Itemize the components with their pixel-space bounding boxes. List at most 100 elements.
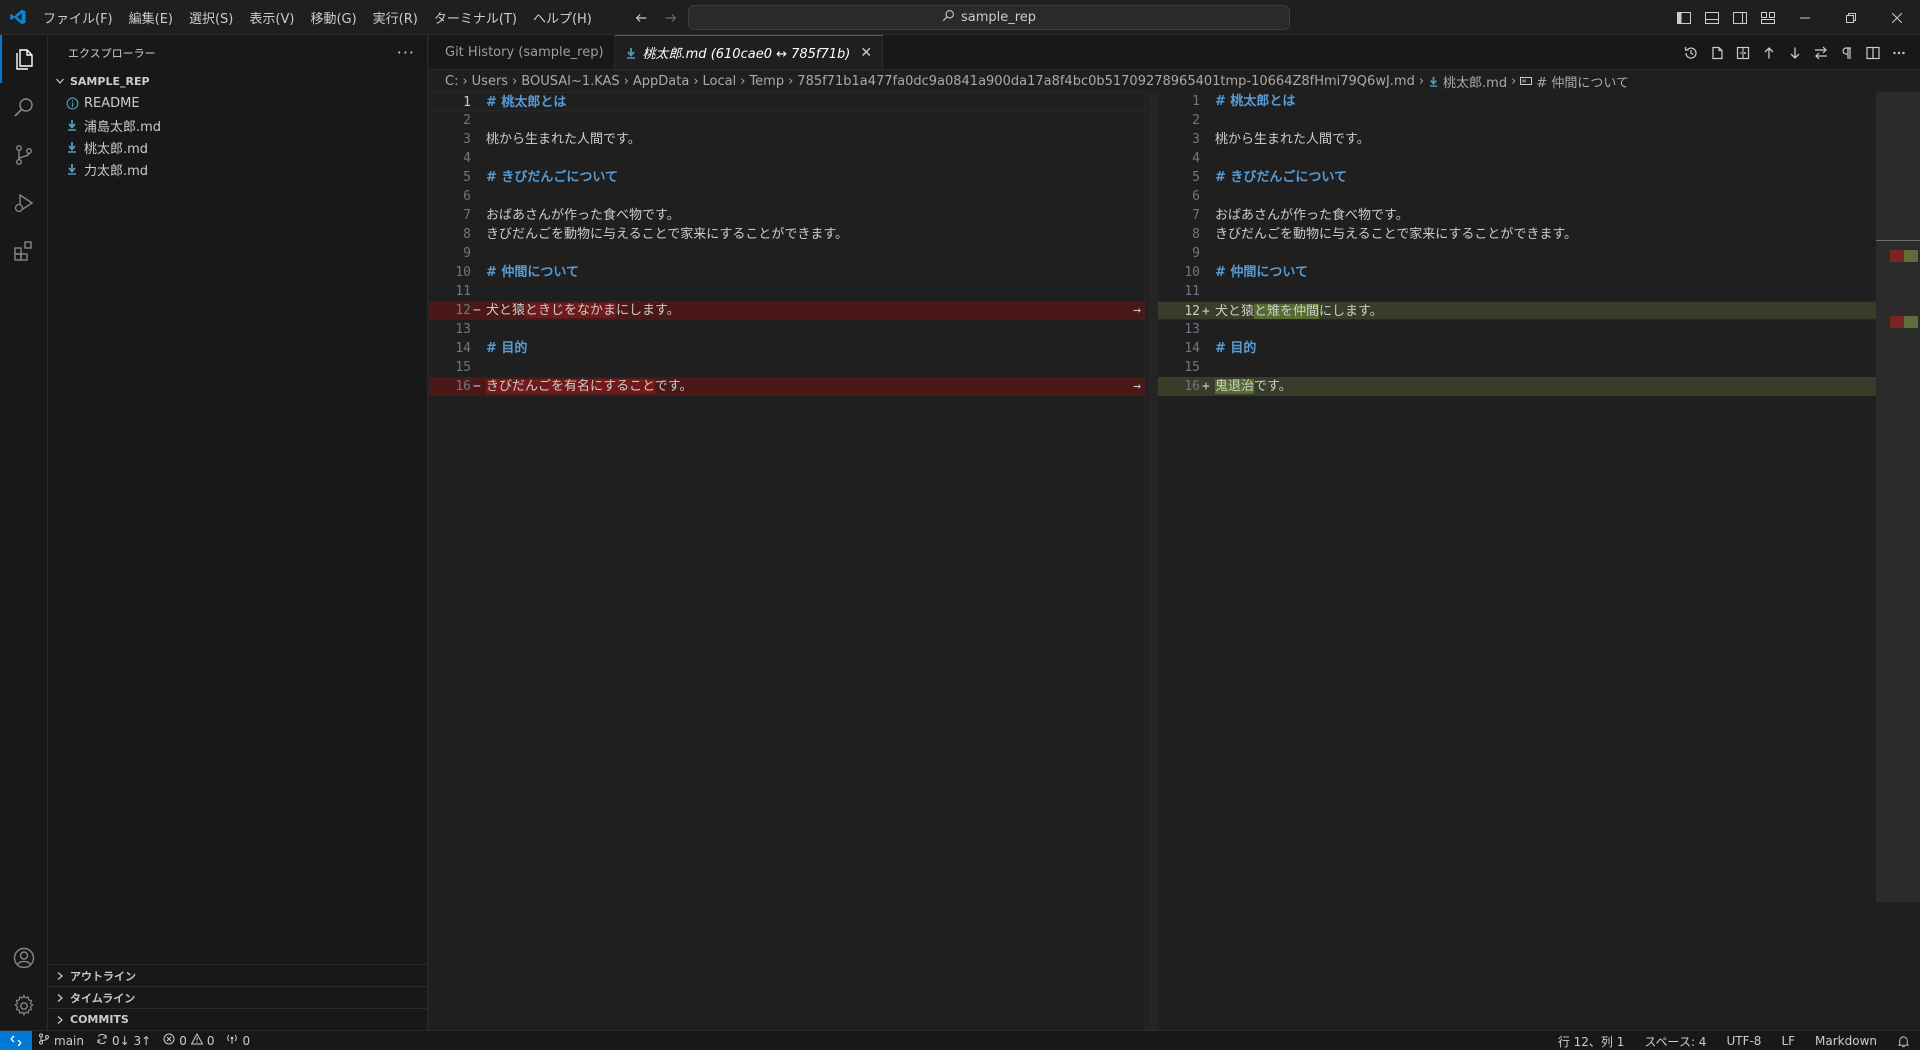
code-line[interactable]: 5 # きびだんごについて [429,168,1145,187]
extensions-icon[interactable] [0,227,48,275]
code-line[interactable]: 6 [429,187,1145,206]
more-actions-icon[interactable] [1886,40,1912,66]
menu-view[interactable]: 表示(V) [241,0,302,35]
code-line[interactable]: 16− きびだんごを有名にすることです。 → [429,377,1145,396]
scrollbar-track[interactable] [1876,92,1920,902]
code-line[interactable]: 10 # 仲間について [429,263,1145,282]
notifications-bell-icon[interactable] [1887,1031,1920,1050]
code-line[interactable]: 2 [429,111,1145,130]
revert-change-arrow-icon[interactable]: → [1130,301,1144,320]
sync-indicator[interactable]: 0↓ 3↑ [90,1031,157,1050]
code-line[interactable]: 15 [1158,358,1893,377]
code-line[interactable]: 2 [1158,111,1893,130]
previous-change-icon[interactable] [1756,40,1782,66]
swap-sides-icon[interactable] [1808,40,1834,66]
breadcrumb-item[interactable]: # 仲間について [1536,72,1629,91]
breadcrumb-item[interactable]: Temp [749,74,784,89]
code-line[interactable]: 14 # 目的 [429,339,1145,358]
back-arrow-icon[interactable] [630,7,652,29]
diff-original-pane[interactable]: 1 # 桃太郎とは 2 3 桃から生まれた人間です。 4 5 # きびだんごについて 6 7 おばあ… [429,92,1145,1030]
menu-selection[interactable]: 選択(S) [181,0,241,35]
open-file-icon[interactable] [1704,40,1730,66]
open-changes-icon[interactable] [1730,40,1756,66]
menu-edit[interactable]: 編集(E) [121,0,181,35]
code-line[interactable]: 3 桃から生まれた人間です。 [1158,130,1893,149]
code-line[interactable]: 7 おばあさんが作った食べ物です。 [1158,206,1893,225]
breadcrumb-item[interactable]: C: [445,74,458,89]
code-line[interactable]: 4 [429,149,1145,168]
file-momotaro[interactable]: 桃太郎.md [48,136,427,158]
ports-indicator[interactable]: 0 [220,1031,256,1050]
manage-gear-icon[interactable] [0,982,48,1030]
restore-icon[interactable] [1828,0,1874,35]
problems-indicator[interactable]: 0 0 [157,1031,220,1050]
branch-indicator[interactable]: main [32,1031,90,1050]
code-line[interactable]: 13 [429,320,1145,339]
breadcrumb-item[interactable]: 785f71b1a477fa0dc9a0841a900da17a8f4bc0b5… [797,74,1415,89]
run-debug-icon[interactable] [0,179,48,227]
menu-run[interactable]: 実行(R) [365,0,426,35]
file-urashima[interactable]: 浦島太郎.md [48,114,427,136]
menu-terminal[interactable]: ターミナル(T) [426,0,525,35]
code-line[interactable]: 1 # 桃太郎とは [1158,92,1893,111]
show-whitespace-icon[interactable] [1834,40,1860,66]
open-timeline-icon[interactable] [1678,40,1704,66]
code-line[interactable]: 14 # 目的 [1158,339,1893,358]
remote-indicator-icon[interactable] [0,1030,32,1050]
menu-file[interactable]: ファイル(F) [35,0,121,35]
accounts-icon[interactable] [0,934,48,982]
code-line[interactable]: 16 + 鬼退治です。 [1158,377,1893,396]
menu-go[interactable]: 移動(G) [302,0,364,35]
code-line[interactable]: 15 [429,358,1145,377]
command-center-search[interactable]: sample_rep [688,5,1290,30]
customize-layout-icon[interactable] [1754,0,1782,35]
tab-momotaro-diff[interactable]: 桃太郎.md (610cae0 ↔ 785f71b) ✕ [614,35,884,69]
file-chikaratarou[interactable]: 力太郎.md [48,158,427,180]
code-line[interactable]: 12 + 犬と猿と雉を仲間にします。 [1158,301,1893,320]
close-tab-icon[interactable]: ✕ [860,45,872,61]
code-line[interactable]: 8 きびだんごを動物に与えることで家来にすることができます。 [429,225,1145,244]
overview-ruler[interactable] [1876,92,1920,1030]
vscode-logo-icon[interactable] [0,0,35,35]
code-line[interactable]: 9 [429,244,1145,263]
language-mode[interactable]: Markdown [1805,1031,1887,1050]
close-window-icon[interactable] [1874,0,1920,35]
explorer-icon[interactable] [0,35,48,83]
diff-sash[interactable] [1145,92,1158,1030]
end-of-line[interactable]: LF [1771,1031,1805,1050]
breadcrumb-item[interactable]: Users [472,74,508,89]
section-outline[interactable]: アウトライン [48,964,427,986]
indentation[interactable]: スペース: 4 [1634,1031,1716,1050]
forward-arrow-icon[interactable] [660,7,682,29]
breadcrumb-item[interactable]: AppData [633,74,689,89]
code-line[interactable]: 10 # 仲間について [1158,263,1893,282]
section-commits[interactable]: COMMITS [48,1008,427,1030]
code-line[interactable]: 7 おばあさんが作った食べ物です。 [429,206,1145,225]
more-actions-icon[interactable]: ··· [397,43,415,62]
code-line[interactable]: 4 [1158,149,1893,168]
breadcrumb-item[interactable]: Local [703,74,737,89]
source-control-icon[interactable] [0,131,48,179]
code-line[interactable]: 9 [1158,244,1893,263]
revert-change-arrow-icon[interactable]: → [1130,377,1144,396]
code-line[interactable]: 5 # きびだんごについて [1158,168,1893,187]
code-line[interactable]: 8 きびだんごを動物に与えることで家来にすることができます。 [1158,225,1893,244]
diff-modified-pane[interactable]: 1 # 桃太郎とは 2 3 桃から生まれた人間です。 4 5 # きびだんごについて 6 7 おばあ… [1158,92,1893,1030]
code-line[interactable]: 11 [1158,282,1893,301]
search-view-icon[interactable] [0,83,48,131]
code-line[interactable]: 11 [429,282,1145,301]
cursor-position[interactable]: 行 12、列 1 [1548,1031,1635,1050]
code-line[interactable]: 1 # 桃太郎とは [429,92,1145,111]
code-line[interactable]: 3 桃から生まれた人間です。 [429,130,1145,149]
code-line[interactable]: 6 [1158,187,1893,206]
next-change-icon[interactable] [1782,40,1808,66]
menu-help[interactable]: ヘルプ(H) [525,0,600,35]
breadcrumb-item[interactable]: 桃太郎.md [1443,72,1507,91]
folder-section-sample-rep[interactable]: SAMPLE_REP [48,70,427,92]
split-editor-icon[interactable] [1860,40,1886,66]
file-readme[interactable]: README [48,92,427,114]
toggle-panel-icon[interactable] [1698,0,1726,35]
code-line[interactable]: 12− 犬と猿ときじをなかまにします。 → [429,301,1145,320]
breadcrumb-item[interactable]: BOUSAI~1.KAS [521,74,619,89]
code-line[interactable]: 13 [1158,320,1893,339]
